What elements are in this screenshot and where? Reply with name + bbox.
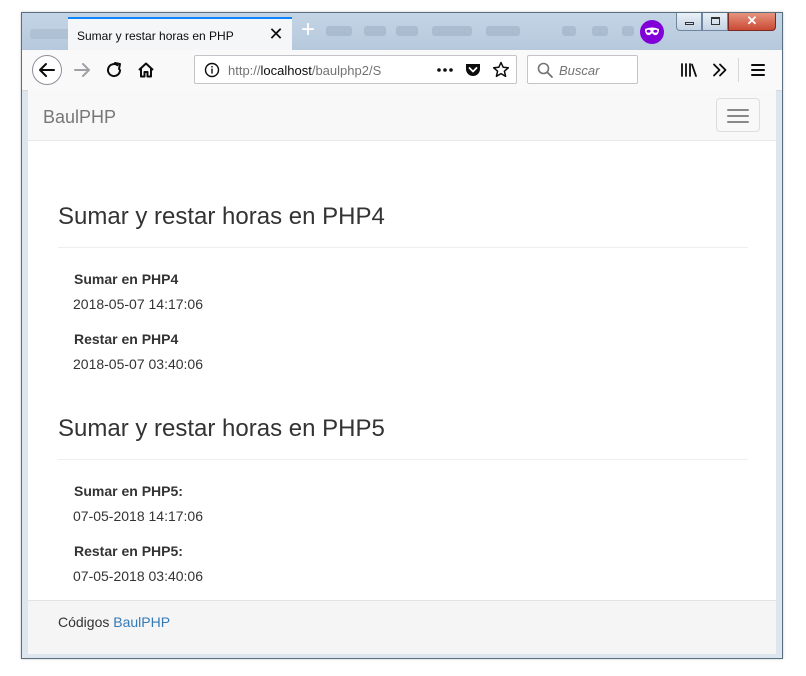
- footer-link[interactable]: BaulPHP: [113, 614, 170, 630]
- tab-strip: Sumar y restar horas en PHP ✕ + ✕: [22, 13, 782, 50]
- back-arrow-icon: [39, 63, 55, 77]
- reload-button[interactable]: [100, 56, 128, 84]
- back-button[interactable]: [32, 55, 62, 85]
- browser-window: Sumar y restar horas en PHP ✕ + ✕ http:/…: [21, 12, 783, 659]
- url-text: http://localhost/baulphp2/S: [228, 63, 428, 78]
- bookmark-star-icon[interactable]: [491, 60, 511, 80]
- toolbar-divider: [738, 58, 739, 82]
- search-icon: [537, 62, 553, 78]
- page-viewport: BaulPHP Sumar y restar horas en PHP4 Sum…: [28, 90, 776, 654]
- section-title: Sumar y restar horas en PHP4: [58, 203, 385, 230]
- active-tab[interactable]: Sumar y restar horas en PHP ✕: [68, 17, 292, 50]
- overflow-button[interactable]: [706, 56, 734, 84]
- result-value: 07-05-2018 03:40:06: [73, 568, 203, 584]
- toggle-bar: [727, 115, 749, 117]
- close-tab-icon[interactable]: ✕: [268, 25, 284, 43]
- close-window-button[interactable]: ✕: [728, 13, 776, 31]
- home-button[interactable]: [132, 56, 160, 84]
- menu-button[interactable]: [744, 56, 772, 84]
- result-label: Restar en PHP4: [74, 331, 179, 347]
- site-brand[interactable]: BaulPHP: [43, 107, 116, 128]
- navbar-toggle-button[interactable]: [716, 98, 760, 132]
- section-divider: [58, 247, 748, 248]
- chevron-double-right-icon: [713, 63, 727, 77]
- footer-text: Códigos BaulPHP: [58, 614, 170, 630]
- info-icon: [204, 62, 220, 78]
- result-label: Restar en PHP5:: [74, 543, 183, 559]
- result-label: Sumar en PHP4: [74, 271, 179, 287]
- private-browsing-icon: [640, 20, 664, 44]
- toggle-bar: [727, 109, 749, 111]
- library-button[interactable]: [675, 56, 703, 84]
- pocket-icon[interactable]: [463, 61, 483, 79]
- site-navbar: BaulPHP: [28, 90, 776, 141]
- toggle-bar: [727, 121, 749, 123]
- url-host: localhost: [260, 63, 312, 78]
- url-path: /baulphp2/S: [311, 63, 382, 78]
- address-bar[interactable]: http://localhost/baulphp2/S: [194, 55, 517, 84]
- result-value: 2018-05-07 14:17:06: [73, 296, 203, 312]
- blurred-background-tabs: [326, 26, 636, 38]
- footer-prefix: Códigos: [58, 614, 114, 630]
- result-label: Sumar en PHP5:: [74, 483, 183, 499]
- section-title: Sumar y restar horas en PHP5: [58, 415, 385, 442]
- result-value: 07-05-2018 14:17:06: [73, 508, 203, 524]
- search-placeholder: Buscar: [559, 63, 600, 78]
- page-footer: Códigos BaulPHP: [28, 600, 776, 654]
- page-actions-icon[interactable]: [435, 61, 455, 79]
- section-divider: [58, 459, 748, 460]
- tab-title: Sumar y restar horas en PHP: [77, 29, 234, 43]
- minimize-window-button[interactable]: [676, 13, 702, 31]
- reload-icon: [107, 62, 122, 78]
- new-tab-icon[interactable]: +: [296, 18, 320, 43]
- forward-arrow-icon: [74, 63, 90, 77]
- forward-button[interactable]: [68, 56, 96, 84]
- result-value: 2018-05-07 03:40:06: [73, 356, 203, 372]
- maximize-window-button[interactable]: [702, 13, 728, 31]
- library-icon: [681, 63, 697, 77]
- browser-toolbar: http://localhost/baulphp2/S Buscar: [22, 50, 782, 91]
- hamburger-menu-icon: [751, 64, 765, 76]
- blurred-taskbar-item: [30, 29, 70, 39]
- url-scheme: http://: [228, 63, 261, 78]
- home-icon: [138, 62, 154, 78]
- search-box[interactable]: Buscar: [527, 55, 638, 84]
